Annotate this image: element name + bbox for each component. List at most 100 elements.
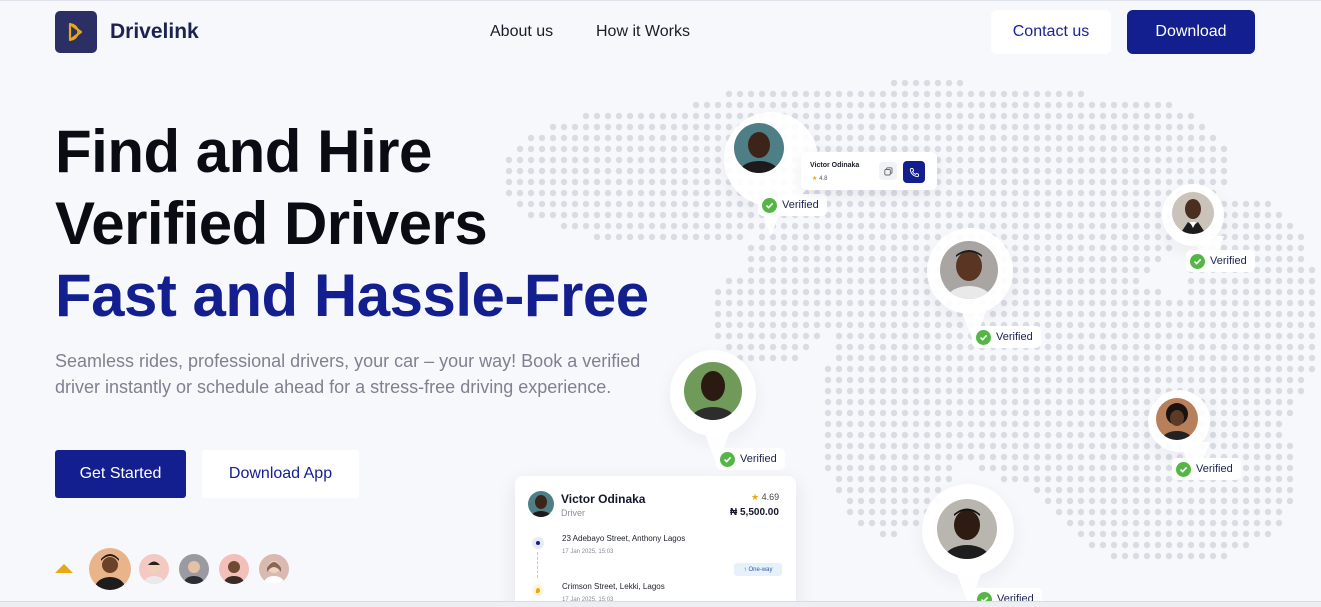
map-dot: [967, 167, 975, 175]
nav-about-us[interactable]: About us: [490, 23, 553, 41]
map-dot: [956, 343, 964, 351]
map-dot: [1000, 376, 1008, 384]
map-dot: [637, 134, 645, 142]
map-dot: [1154, 211, 1162, 219]
map-dot: [527, 189, 535, 197]
map-dot: [780, 299, 788, 307]
get-started-button[interactable]: Get Started: [55, 450, 186, 498]
verified-badge: Verified: [972, 326, 1041, 348]
ride-booking-card[interactable]: Victor Odinaka Driver ★ 4.69 ₦ 5,500.00 …: [515, 476, 796, 607]
map-dot: [934, 134, 942, 142]
map-dot: [758, 255, 766, 263]
logo-icon[interactable]: [55, 11, 97, 53]
map-dot: [1264, 365, 1272, 373]
download-app-button[interactable]: Download App: [202, 450, 359, 498]
map-dot: [791, 233, 799, 241]
map-dot: [1044, 90, 1052, 98]
map-dot: [1198, 288, 1206, 296]
map-dot: [824, 431, 832, 439]
map-dot: [1286, 497, 1294, 505]
map-dot: [1154, 233, 1162, 241]
driver-mini-card[interactable]: Victor Odinaka ★ 4.8: [801, 152, 937, 190]
hero-title-line-2: Verified Drivers: [55, 190, 488, 257]
copy-icon[interactable]: [879, 162, 897, 180]
map-dot: [1066, 376, 1074, 384]
map-dot: [1110, 167, 1118, 175]
map-dot: [1066, 156, 1074, 164]
map-dot: [857, 112, 865, 120]
map-dot: [780, 343, 788, 351]
map-dot: [593, 112, 601, 120]
map-dot: [780, 101, 788, 109]
map-dot: [1099, 233, 1107, 241]
map-dot: [1121, 299, 1129, 307]
map-dot: [571, 178, 579, 186]
map-dot: [1132, 200, 1140, 208]
map-dot: [1275, 299, 1283, 307]
map-dot: [1176, 134, 1184, 142]
map-dot: [846, 321, 854, 329]
map-dot: [1264, 464, 1272, 472]
verified-label: Verified: [1210, 255, 1247, 267]
contact-us-button[interactable]: Contact us: [991, 10, 1111, 54]
map-dot: [835, 486, 843, 494]
map-dot: [1154, 497, 1162, 505]
map-dot: [714, 321, 722, 329]
map-dot: [901, 277, 909, 285]
map-dot: [901, 332, 909, 340]
map-dot: [1209, 530, 1217, 538]
map-dot: [1088, 442, 1096, 450]
map-dot: [1176, 343, 1184, 351]
download-button[interactable]: Download: [1127, 10, 1255, 54]
map-dot: [857, 90, 865, 98]
map-dot: [835, 200, 843, 208]
map-dot: [747, 244, 755, 252]
map-dot: [857, 354, 865, 362]
map-dot: [1198, 332, 1206, 340]
map-dot: [989, 145, 997, 153]
map-dot: [846, 211, 854, 219]
map-dot: [1198, 508, 1206, 516]
map-dot: [956, 442, 964, 450]
map-dot: [1121, 475, 1129, 483]
map-dot: [703, 145, 711, 153]
map-dot: [956, 354, 964, 362]
map-dot: [1110, 299, 1118, 307]
map-dot: [571, 222, 579, 230]
map-dot: [1099, 255, 1107, 263]
map-dot: [1000, 123, 1008, 131]
map-dot: [967, 420, 975, 428]
brand-name[interactable]: Drivelink: [110, 20, 199, 44]
map-dot: [1176, 145, 1184, 153]
map-dot: [1011, 189, 1019, 197]
map-dot: [846, 101, 854, 109]
map-dot: [923, 79, 931, 87]
map-dot: [681, 200, 689, 208]
map-dot: [1011, 442, 1019, 450]
map-dot: [1220, 178, 1228, 186]
map-dot: [747, 222, 755, 230]
map-dot: [1286, 409, 1294, 417]
map-dot: [1187, 277, 1195, 285]
map-dot: [1044, 442, 1052, 450]
map-dot: [1000, 200, 1008, 208]
map-dot: [1176, 299, 1184, 307]
map-dot: [725, 277, 733, 285]
map-dot: [1044, 222, 1052, 230]
map-dot: [1000, 134, 1008, 142]
map-dot: [648, 189, 656, 197]
map-dot: [835, 222, 843, 230]
map-dot: [956, 112, 964, 120]
map-dot: [769, 255, 777, 263]
map-dot: [923, 299, 931, 307]
map-dot: [1011, 90, 1019, 98]
hero-subtitle: Seamless rides, professional drivers, yo…: [55, 351, 641, 397]
map-dot: [527, 145, 535, 153]
nav-how-it-works[interactable]: How it Works: [596, 23, 690, 41]
map-dot: [1198, 376, 1206, 384]
map-dot: [1066, 244, 1074, 252]
map-dot: [1044, 134, 1052, 142]
map-dot: [1088, 409, 1096, 417]
map-dot: [626, 178, 634, 186]
phone-icon[interactable]: [903, 161, 925, 183]
